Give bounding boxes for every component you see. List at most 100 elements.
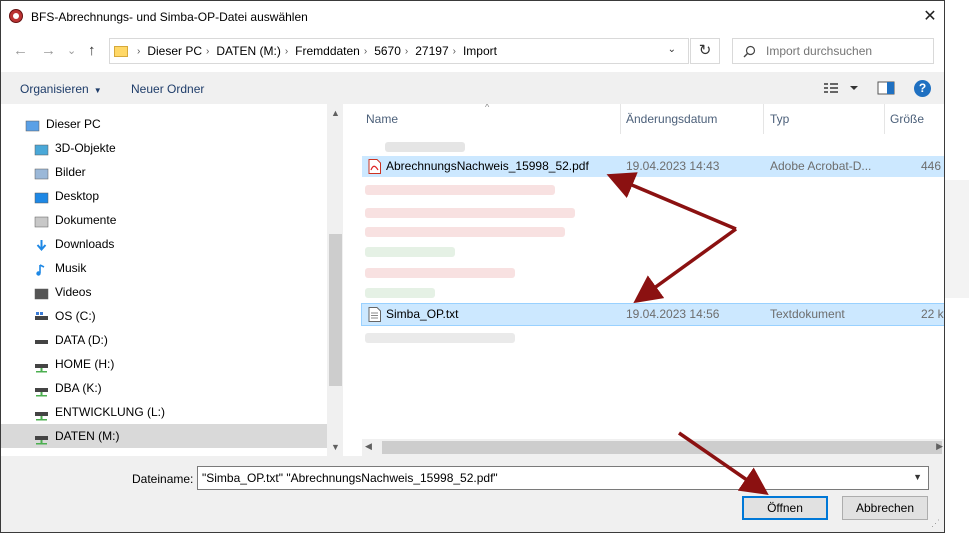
redacted-row — [385, 142, 465, 152]
caret-down-icon: ▼ — [93, 86, 102, 95]
documents-icon — [34, 213, 49, 228]
file-size: 446 k — [921, 159, 944, 173]
breadcrumb-27197[interactable]: 27197 — [415, 44, 448, 58]
tree-item[interactable]: Dokumente — [1, 208, 327, 232]
file-row-pdf[interactable]: AbrechnungsNachweis_15998_52.pdf 19.04.2… — [362, 156, 944, 177]
file-name: Simba_OP.txt — [386, 307, 459, 321]
tree-scrollbar[interactable]: ▲ ▼ — [327, 104, 343, 456]
pc-icon — [25, 117, 40, 132]
address-dropdown-icon[interactable]: ⌄ — [668, 44, 676, 55]
breadcrumb-daten[interactable]: DATEN (M:) — [216, 44, 280, 58]
tree-item[interactable]: DATEN (M:) — [1, 424, 327, 448]
file-type: Adobe Acrobat-D... — [770, 159, 872, 173]
column-header-name[interactable]: Name — [366, 112, 398, 126]
breadcrumb-dieser-pc[interactable]: Dieser PC — [147, 44, 202, 58]
scroll-up-icon[interactable]: ▲ — [327, 108, 343, 118]
tree-item-label: DATA (D:) — [55, 333, 108, 347]
open-button[interactable]: Öffnen — [742, 496, 828, 520]
filename-value: "Simba_OP.txt" "AbrechnungsNachweis_1599… — [202, 471, 498, 485]
file-date: 19.04.2023 14:56 — [626, 307, 720, 321]
redacted-row — [365, 333, 515, 343]
resize-grip-icon[interactable]: ⋰ — [931, 518, 940, 529]
pictures-icon — [34, 165, 49, 180]
tree-item[interactable]: HOME (H:) — [1, 352, 327, 376]
column-header-date[interactable]: Änderungsdatum — [626, 112, 717, 126]
tree-item-label: Downloads — [55, 237, 115, 251]
network-drive-icon — [34, 357, 49, 373]
breadcrumb-fremddaten[interactable]: Fremddaten — [295, 44, 360, 58]
tree-item[interactable]: DATA (D:) — [1, 328, 327, 352]
recent-locations-dropdown[interactable]: ⌄ — [67, 44, 76, 57]
search-box[interactable] — [732, 38, 934, 64]
command-toolbar: Organisieren ▼ Neuer Ordner ? — [1, 72, 944, 104]
tree-item-label: ENTWICKLUNG (L:) — [55, 405, 166, 419]
redacted-row — [365, 208, 575, 218]
search-input[interactable] — [764, 43, 918, 59]
file-list: ^ Name Änderungsdatum Typ Größe Abrechnu… — [345, 104, 944, 456]
scroll-right-icon[interactable]: ▶ — [936, 441, 943, 452]
tree-item-label: Videos — [55, 285, 92, 299]
tree-item[interactable]: Desktop — [1, 184, 327, 208]
scroll-down-icon[interactable]: ▼ — [327, 442, 343, 452]
view-list-icon — [824, 83, 858, 93]
tree-item[interactable]: ENTWICKLUNG (L:) — [1, 400, 327, 424]
sort-ascending-icon: ^ — [485, 104, 490, 112]
pdf-file-icon — [368, 159, 381, 174]
tree-item-label: OS (C:) — [55, 309, 96, 323]
close-button[interactable]: ✕ — [907, 1, 944, 32]
file-type: Textdokument — [770, 307, 845, 321]
scrollbar-thumb[interactable] — [382, 441, 942, 454]
redacted-row — [365, 227, 565, 237]
breadcrumb-import[interactable]: Import — [463, 44, 497, 58]
tree-item[interactable]: 3D-Objekte — [1, 136, 327, 160]
cancel-button[interactable]: Abbrechen — [842, 496, 928, 520]
scrollbar-thumb[interactable] — [329, 234, 342, 386]
view-options[interactable] — [823, 81, 863, 98]
tree-item-label: DBA (K:) — [55, 381, 102, 395]
videos-icon — [34, 285, 49, 300]
forward-button[interactable]: → — [41, 42, 56, 59]
scroll-left-icon[interactable]: ◀ — [365, 441, 372, 452]
column-header-size[interactable]: Größe — [890, 112, 924, 126]
dialog-footer: Dateiname: "Simba_OP.txt" "AbrechnungsNa… — [1, 456, 944, 532]
back-button[interactable]: ← — [13, 42, 28, 59]
navigation-bar: ← → ⌄ ↑ › Dieser PC › DATEN (M:) › Fremd… — [1, 34, 944, 70]
tree-item-label: 3D-Objekte — [55, 141, 116, 155]
refresh-button[interactable]: ↻ — [690, 38, 720, 64]
tree-item-label: DATEN (M:) — [55, 429, 120, 443]
up-button[interactable]: ↑ — [88, 42, 96, 59]
tree-item[interactable]: OS (C:) — [1, 304, 327, 328]
tree-item[interactable]: Dieser PC — [1, 112, 327, 136]
tree-item[interactable]: Bilder — [1, 160, 327, 184]
help-button[interactable]: ? — [914, 80, 931, 97]
organize-label: Organisieren — [20, 82, 89, 96]
address-bar[interactable]: › Dieser PC › DATEN (M:) › Fremddaten › … — [109, 38, 689, 64]
file-list-horizontal-scrollbar[interactable]: ◀ ▶ — [362, 439, 944, 456]
breadcrumb-5670[interactable]: 5670 — [374, 44, 401, 58]
filename-field[interactable]: "Simba_OP.txt" "AbrechnungsNachweis_1599… — [197, 466, 929, 490]
tree-item[interactable]: Videos — [1, 280, 327, 304]
desktop-icon — [34, 189, 49, 204]
windows-drive-icon — [34, 309, 49, 323]
file-date: 19.04.2023 14:43 — [626, 159, 720, 173]
preview-pane-icon[interactable] — [877, 81, 895, 95]
redacted-row — [365, 247, 455, 257]
organize-menu[interactable]: Organisieren ▼ — [20, 82, 102, 96]
tree-item-label: Dokumente — [55, 213, 117, 227]
chevron-down-icon[interactable]: ▼ — [913, 472, 922, 482]
file-row-txt[interactable]: Simba_OP.txt 19.04.2023 14:56 Textdokume… — [361, 303, 944, 326]
tree-item[interactable]: DBA (K:) — [1, 376, 327, 400]
search-icon — [743, 45, 756, 57]
file-size: 22 k — [921, 307, 944, 321]
tree-item[interactable]: Downloads — [1, 232, 327, 256]
music-icon — [34, 261, 49, 276]
tree-item[interactable]: Musik — [1, 256, 327, 280]
3d-objects-icon — [34, 141, 49, 156]
background-outside-window — [945, 0, 975, 533]
filename-label: Dateiname: — [132, 472, 194, 486]
column-header-type[interactable]: Typ — [770, 112, 789, 126]
tree-item-label: Bilder — [55, 165, 86, 179]
redacted-row — [365, 268, 515, 278]
new-folder-button[interactable]: Neuer Ordner — [131, 82, 204, 96]
file-name: AbrechnungsNachweis_15998_52.pdf — [386, 159, 589, 173]
